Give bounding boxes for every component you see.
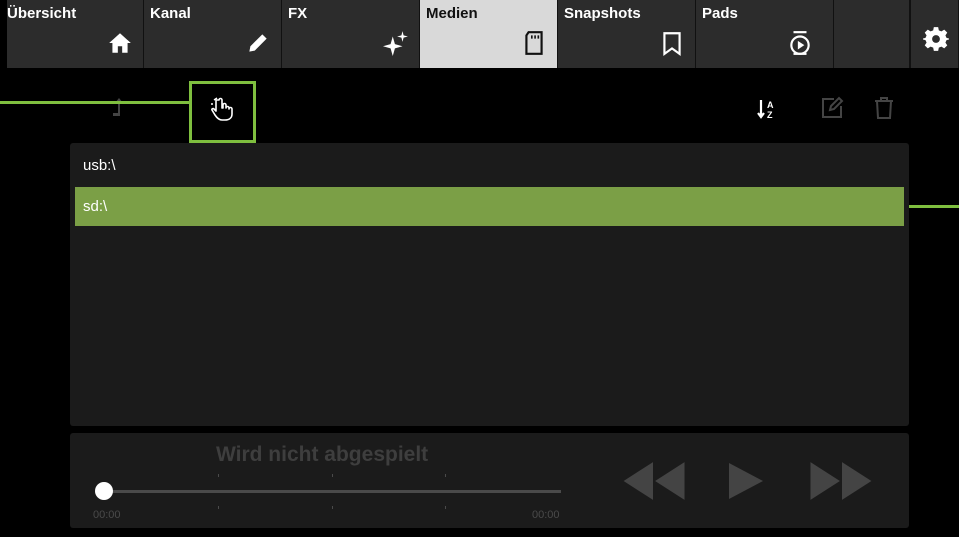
tab-label: FX xyxy=(288,5,308,22)
tab-channel[interactable]: Kanal xyxy=(144,0,282,68)
fast-forward-icon[interactable] xyxy=(810,460,874,502)
bookmark-icon xyxy=(663,32,681,56)
media-player: Wird nicht abgespielt 00:00 00:00 xyxy=(70,433,909,528)
gear-icon xyxy=(923,27,949,51)
list-item-selected[interactable]: sd:\ xyxy=(75,187,904,226)
tick-mark xyxy=(218,506,219,509)
app-frame: Übersicht Kanal FX Medien Snapshots Pads… xyxy=(7,0,959,537)
tab-media[interactable]: Medien xyxy=(420,0,558,68)
play-icon[interactable] xyxy=(725,460,765,502)
tab-label: Snapshots xyxy=(564,5,641,22)
pencil-icon xyxy=(249,34,267,52)
progress-knob[interactable] xyxy=(95,482,113,500)
progress-track[interactable] xyxy=(98,490,561,493)
tab-label: Übersicht xyxy=(7,5,77,22)
svg-text:A: A xyxy=(767,100,774,110)
sparkle-icon xyxy=(383,31,408,56)
tab-overview[interactable]: Übersicht xyxy=(7,0,144,68)
rewind-icon[interactable] xyxy=(621,460,685,502)
tab-label: Pads xyxy=(702,5,738,22)
tab-empty xyxy=(834,0,910,68)
tab-label: Kanal xyxy=(150,5,191,22)
tick-mark xyxy=(445,506,446,509)
home-icon xyxy=(109,33,131,53)
folder-up-icon[interactable] xyxy=(107,94,131,120)
callout-line-right xyxy=(909,205,959,208)
touch-hand-icon xyxy=(211,97,233,121)
file-list: usb:\ sd:\ xyxy=(70,143,909,426)
tab-label: Medien xyxy=(426,5,478,22)
time-end: 00:00 xyxy=(532,509,560,521)
sort-az-icon[interactable]: A Z xyxy=(756,96,780,122)
file-name: usb:\ xyxy=(83,157,116,174)
edit-icon[interactable] xyxy=(820,96,844,120)
callout-line-left xyxy=(0,101,189,104)
tick-mark xyxy=(218,474,219,477)
tick-mark xyxy=(445,474,446,477)
file-name: sd:\ xyxy=(83,198,108,215)
svg-text:Z: Z xyxy=(767,110,773,120)
tick-mark xyxy=(332,474,333,477)
tab-fx[interactable]: FX xyxy=(282,0,420,68)
trash-icon[interactable] xyxy=(872,95,896,121)
tab-snapshots[interactable]: Snapshots xyxy=(558,0,696,68)
media-toolbar: A Z xyxy=(7,68,959,143)
playback-status: Wird nicht abgespielt xyxy=(216,443,429,466)
list-item[interactable]: usb:\ xyxy=(75,146,904,185)
pads-play-icon xyxy=(790,31,810,55)
settings-button[interactable] xyxy=(910,0,959,68)
tick-mark xyxy=(332,506,333,509)
tab-pads[interactable]: Pads xyxy=(696,0,834,68)
tab-bar: Übersicht Kanal FX Medien Snapshots Pads xyxy=(7,0,959,68)
sd-card-icon xyxy=(525,31,543,55)
time-start: 00:00 xyxy=(93,509,121,521)
